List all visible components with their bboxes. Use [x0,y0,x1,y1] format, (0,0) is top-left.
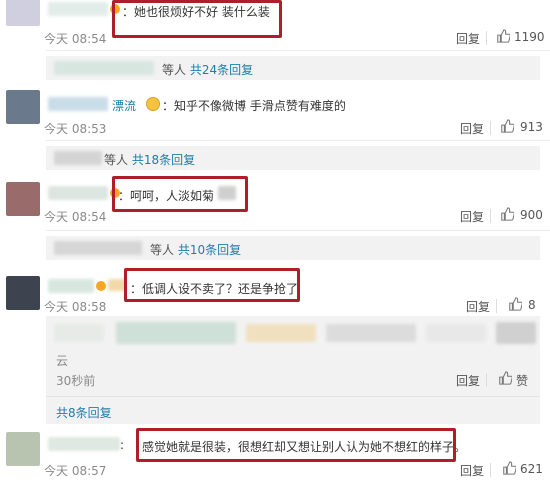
avatar[interactable] [6,432,40,466]
reply-time: 30秒前 [56,374,96,388]
avatar[interactable] [6,0,40,26]
username-suffix[interactable]: 漂流 [112,97,136,114]
avatar[interactable] [6,182,40,216]
username-blurred[interactable] [48,437,120,451]
reply-content-blurred [116,322,236,344]
like-count: 621 [520,462,543,476]
thumb-up-icon[interactable] [496,29,510,43]
username-blurred [54,61,154,75]
reply-users-label: 等人 [162,63,187,77]
divider [46,396,540,397]
reply-count-link[interactable]: 共8条回复 [56,404,112,421]
reply-summary[interactable]: 等人 共24条回复 [46,56,540,80]
emoji-icon [146,97,160,111]
divider [46,140,550,141]
reply-summary[interactable]: 等人 共10条回复 [46,236,540,260]
comment-time: 今天 08:58 [44,300,107,314]
username-blurred[interactable] [48,97,108,111]
reply-button[interactable]: 回复 [456,372,480,389]
reply-users-label: 等人 [104,153,129,167]
divider [496,299,497,313]
comment-time: 今天 08:54 [44,32,107,46]
username-blurred [54,151,102,165]
verified-badge-icon [96,281,106,291]
comment-separator: : [120,438,125,452]
reply-thread: 云 30秒前 回复 赞 共8条回复 [46,316,540,424]
username-blurred[interactable] [48,186,108,200]
like-label[interactable]: 赞 [516,372,528,389]
reply-count-link[interactable]: 共24条回复 [190,63,253,77]
highlight-box [136,428,456,462]
comment-text: ：知乎不像微博 手滑点赞有难度的 [162,99,346,113]
username-blurred[interactable] [48,2,108,16]
divider [486,373,487,387]
divider [46,230,550,231]
highlight-box [124,268,300,302]
reply-count-link[interactable]: 共10条回复 [178,243,241,257]
reply-button[interactable]: 回复 [460,208,484,225]
divider [46,50,550,51]
thumb-up-icon[interactable] [508,297,522,311]
divider [490,209,491,223]
divider [486,31,487,45]
divider [490,463,491,477]
reply-content-blurred [326,324,416,342]
comment-time: 今天 08:53 [44,122,107,136]
reply-content-blurred [496,322,536,344]
reply-content-blurred [426,324,486,342]
reply-count-link[interactable]: 共18条回复 [132,153,195,167]
highlight-box [112,176,248,212]
thumb-up-icon[interactable] [502,461,516,475]
like-count: 900 [520,208,543,222]
comment-time: 今天 08:54 [44,210,107,224]
reply-users-label: 等人 [150,243,175,257]
reply-button[interactable]: 回复 [460,120,484,137]
like-count: 1190 [514,30,545,44]
reply-button[interactable]: 回复 [466,298,490,315]
thumb-up-icon[interactable] [500,207,514,221]
reply-button[interactable]: 回复 [460,462,484,479]
reply-button[interactable]: 回复 [456,30,480,47]
thumb-up-icon[interactable] [500,119,514,133]
divider [490,121,491,135]
like-count: 8 [528,298,536,312]
comment-time: 今天 08:57 [44,464,107,478]
reply-content-blurred [246,324,316,342]
partial-text: 云 [56,354,69,368]
avatar[interactable] [6,276,40,310]
reply-content-blurred [54,324,104,342]
like-count: 913 [520,120,543,134]
reply-summary[interactable]: 等人 共18条回复 [46,146,540,170]
username-blurred[interactable] [48,279,94,293]
highlight-box [112,0,282,38]
avatar[interactable] [6,90,40,124]
username-blurred [54,241,142,255]
thumb-up-icon[interactable] [498,371,512,385]
